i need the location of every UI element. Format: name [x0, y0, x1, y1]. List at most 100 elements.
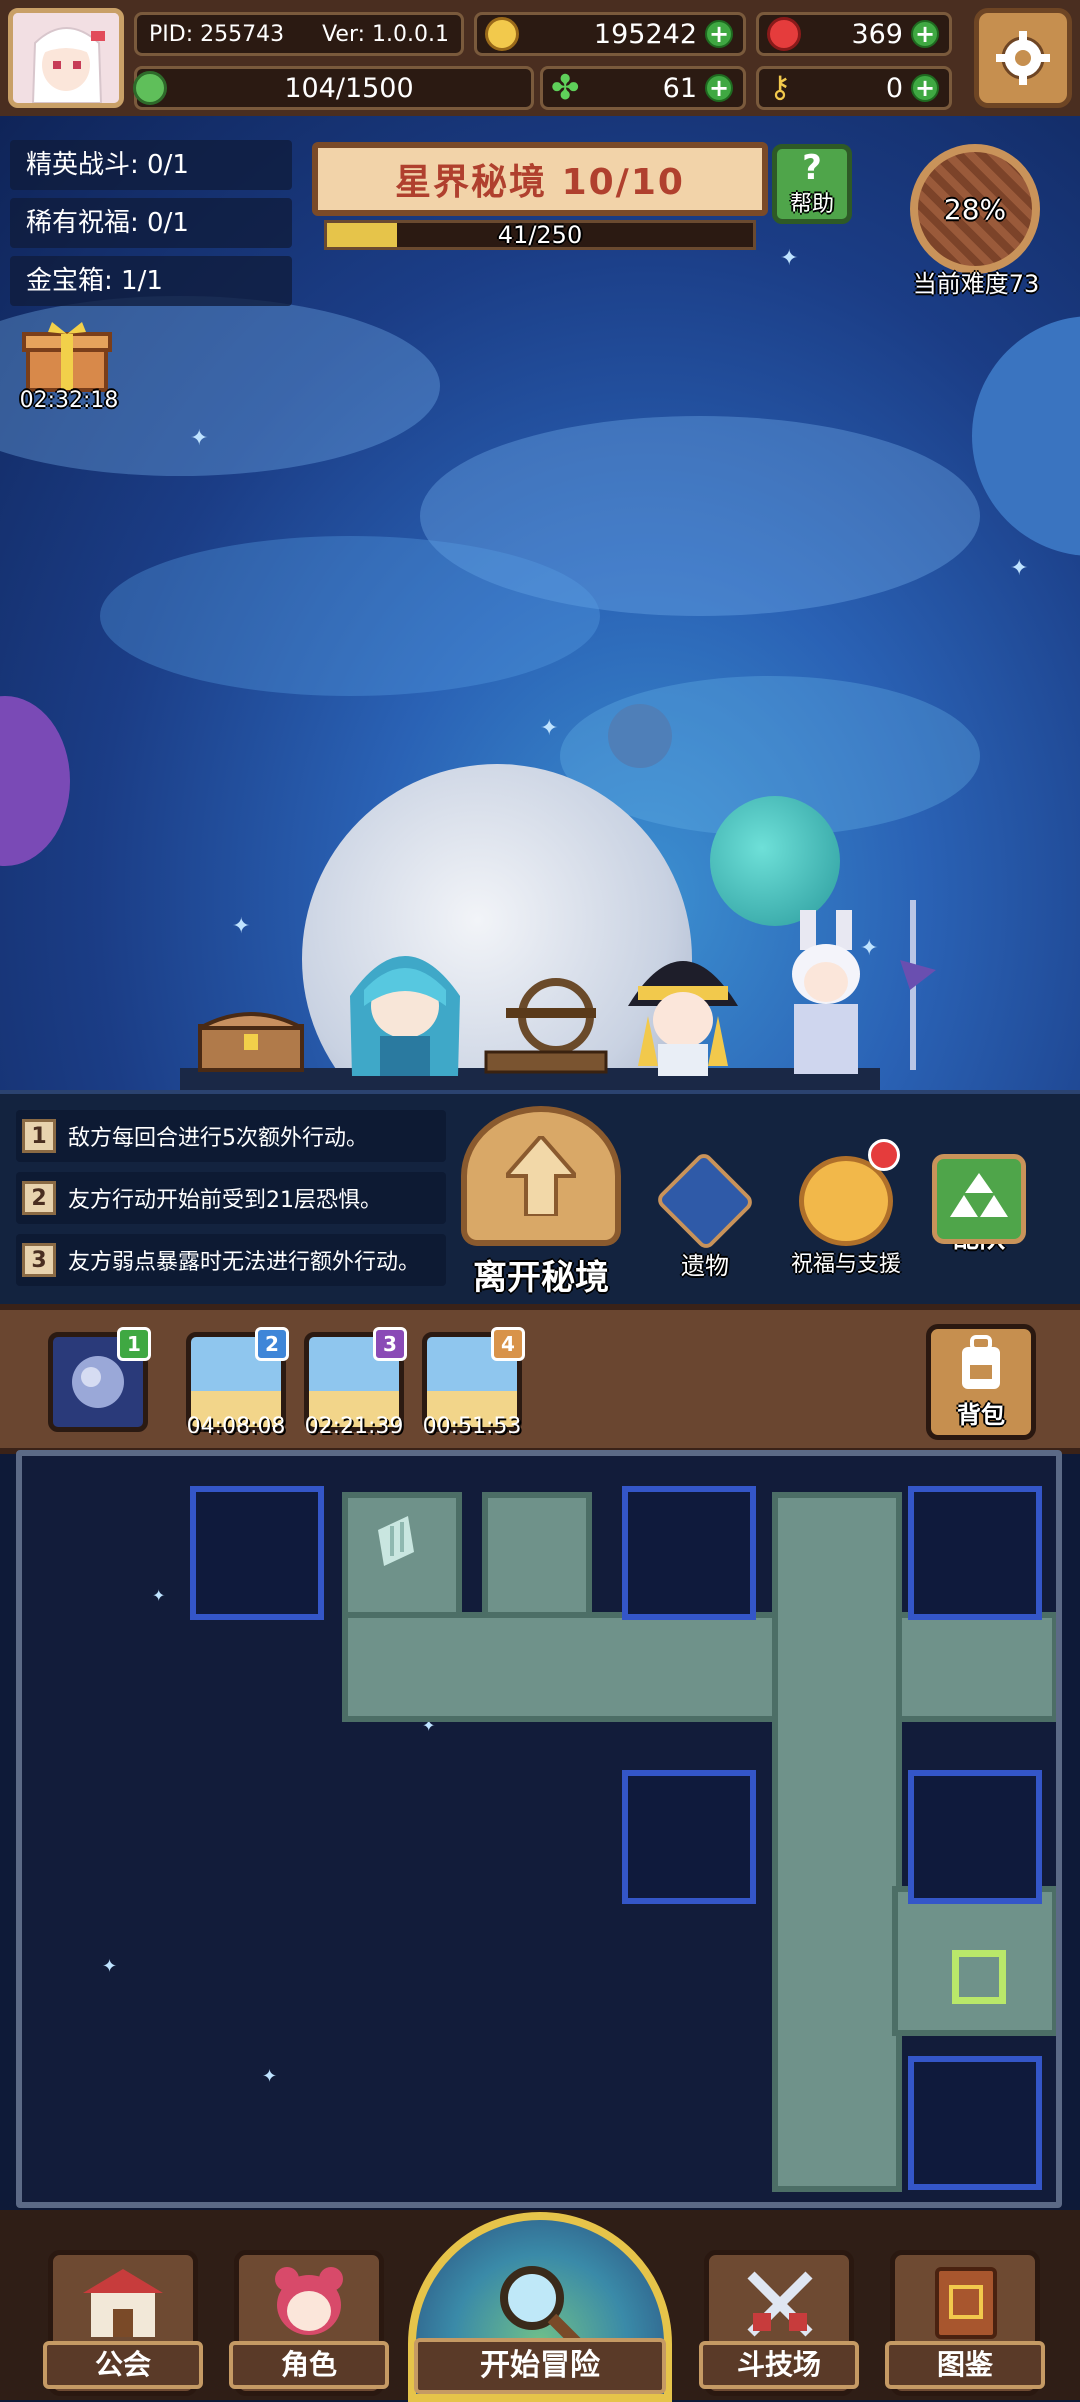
star-icon: ✦	[232, 914, 251, 939]
nav-arena-label: 斗技场	[699, 2341, 859, 2389]
codex-book-icon	[935, 2267, 997, 2339]
effect-text: 友方弱点暴露时无法进行额外行动。	[68, 1250, 421, 1275]
stamina-leaf-icon	[133, 71, 167, 105]
add-gem-plus-icon[interactable]: +	[911, 20, 939, 48]
blessing-support-button[interactable]: 祝福与支援	[776, 1139, 916, 1278]
settings-button[interactable]	[974, 8, 1072, 108]
nav-arena[interactable]: 斗技场	[699, 2250, 859, 2396]
star-icon: ✦	[190, 426, 209, 451]
stage-progress-bar: 41/250	[324, 220, 756, 250]
red-gem-icon	[767, 17, 801, 51]
team-button[interactable]: 配队	[924, 1154, 1034, 1255]
effect-number: 1	[22, 1119, 56, 1153]
gold-value: 195242	[593, 18, 697, 50]
explored-path	[772, 1492, 902, 2192]
effect-row: 3 友方弱点暴露时无法进行额外行动。	[16, 1234, 446, 1286]
map-room-unexplored[interactable]	[908, 2056, 1042, 2190]
help-button[interactable]: ? 帮助	[772, 144, 852, 224]
question-icon: ?	[802, 148, 822, 188]
ballista-sprite	[484, 978, 608, 1074]
slot-badge: 3	[373, 1327, 407, 1361]
help-label: 帮助	[789, 192, 834, 217]
stamina-value: 104/1500	[284, 72, 414, 104]
quest-gold-chest: 金宝箱: 1/1	[10, 256, 292, 306]
player-avatar[interactable]	[8, 8, 124, 108]
nav-character[interactable]: 角色	[229, 2250, 389, 2396]
current-room-cursor[interactable]	[952, 1950, 1006, 2004]
map-room-unexplored[interactable]	[622, 1486, 756, 1620]
blue-planet	[972, 316, 1080, 556]
hero-ballista[interactable]	[476, 972, 616, 1076]
backpack-label: 背包	[957, 1401, 1005, 1429]
team-icon	[932, 1154, 1026, 1244]
nav-codex-label: 图鉴	[885, 2341, 1045, 2389]
stamina-bar: 104/1500	[133, 66, 534, 110]
stage-title: 星界秘境 10/10	[395, 162, 685, 203]
stage-progress-text: 41/250	[497, 221, 583, 249]
notification-dot	[868, 1139, 900, 1171]
map-room-unexplored[interactable]	[908, 1770, 1042, 1904]
add-gold-plus-icon[interactable]: +	[705, 20, 733, 48]
star-icon: ✦	[152, 1586, 166, 1605]
key-icon: ⚷	[769, 70, 791, 105]
stage-title-banner: 星界秘境 10/10	[312, 142, 768, 216]
purple-planet	[0, 696, 70, 866]
leave-realm-button[interactable]: 离开秘境	[456, 1106, 626, 1302]
slot-timer: 00:51:53	[422, 1414, 522, 1439]
start-adventure-button[interactable]: 开始冒险	[408, 2210, 672, 2402]
star-icon: ✦	[540, 716, 559, 741]
star-icon: ✦	[780, 246, 799, 271]
crossed-swords-icon	[747, 2271, 813, 2337]
clover-counter: ✤ 61 +	[540, 66, 746, 110]
relic-diamond-icon	[654, 1150, 756, 1252]
small-planet	[608, 704, 672, 768]
pid-version-bar: PID: 255743 Ver: 1.0.0.1	[134, 12, 464, 56]
guild-hall-icon	[83, 2269, 163, 2337]
quest-rare-blessing: 稀有祝福: 0/1	[10, 198, 292, 248]
player-marker-icon	[378, 1516, 414, 1566]
inventory-bar: 1 2 04:08:08 3 02:21:39 4 00:51:53 背包	[0, 1304, 1080, 1454]
nav-guild[interactable]: 公会	[43, 2250, 203, 2396]
relics-button[interactable]: 遗物	[650, 1150, 760, 1281]
start-adventure-label: 开始冒险	[414, 2338, 666, 2394]
treasure-chest[interactable]	[196, 1006, 306, 1074]
add-key-plus-icon[interactable]: +	[911, 74, 939, 102]
hero-blonde-witch[interactable]	[608, 936, 758, 1076]
clover-icon: ✤	[551, 68, 580, 108]
gem-counter: 369 +	[756, 12, 952, 56]
backpack-button[interactable]: 背包	[926, 1324, 1036, 1440]
blonde-witch-sprite	[628, 961, 738, 1076]
leave-emblem	[461, 1106, 621, 1246]
star-icon: ✦	[102, 1956, 118, 1977]
nav-guild-label: 公会	[43, 2341, 203, 2389]
gift-box-icon	[22, 322, 112, 392]
slot-badge: 4	[491, 1327, 525, 1361]
clover-value: 61	[662, 72, 697, 104]
map-room-unexplored[interactable]	[622, 1770, 756, 1904]
quest-elite-battle: 精英战斗: 0/1	[10, 140, 292, 190]
quest-label: 精英战斗: 0/1	[26, 150, 189, 180]
difficulty-dial[interactable]: 28%	[910, 144, 1040, 274]
difficulty-percent: 28%	[943, 192, 1007, 226]
hero-blue-mage[interactable]	[340, 926, 470, 1076]
hero-bunny-lancer[interactable]	[760, 900, 940, 1076]
effect-text: 敌方每回合进行5次额外行动。	[68, 1126, 368, 1151]
slot-badge: 1	[117, 1327, 151, 1361]
team-stack-icon	[950, 1173, 1008, 1217]
map-room-unexplored[interactable]	[190, 1486, 324, 1620]
backpack-icon	[962, 1335, 1000, 1389]
difficulty-label: 当前难度73	[912, 270, 1040, 298]
map-room-unexplored[interactable]	[908, 1486, 1042, 1620]
up-arrow-icon	[506, 1136, 576, 1216]
inventory-slot-1[interactable]: 1	[48, 1327, 151, 1432]
star-icon: ✦	[262, 2066, 278, 2087]
top-bar: PID: 255743 Ver: 1.0.0.1 195242 + 369 + …	[0, 0, 1080, 122]
nav-codex[interactable]: 图鉴	[885, 2250, 1045, 2396]
gift-chest-button[interactable]	[22, 322, 112, 392]
bunny-lancer-sprite	[792, 900, 936, 1074]
effect-number: 2	[22, 1181, 56, 1215]
effect-text: 友方行动开始前受到21层恐惧。	[68, 1188, 382, 1213]
add-clover-plus-icon[interactable]: +	[705, 74, 733, 102]
blessing-emblem-icon	[799, 1139, 900, 1246]
version-text: Ver: 1.0.0.1	[322, 21, 449, 47]
